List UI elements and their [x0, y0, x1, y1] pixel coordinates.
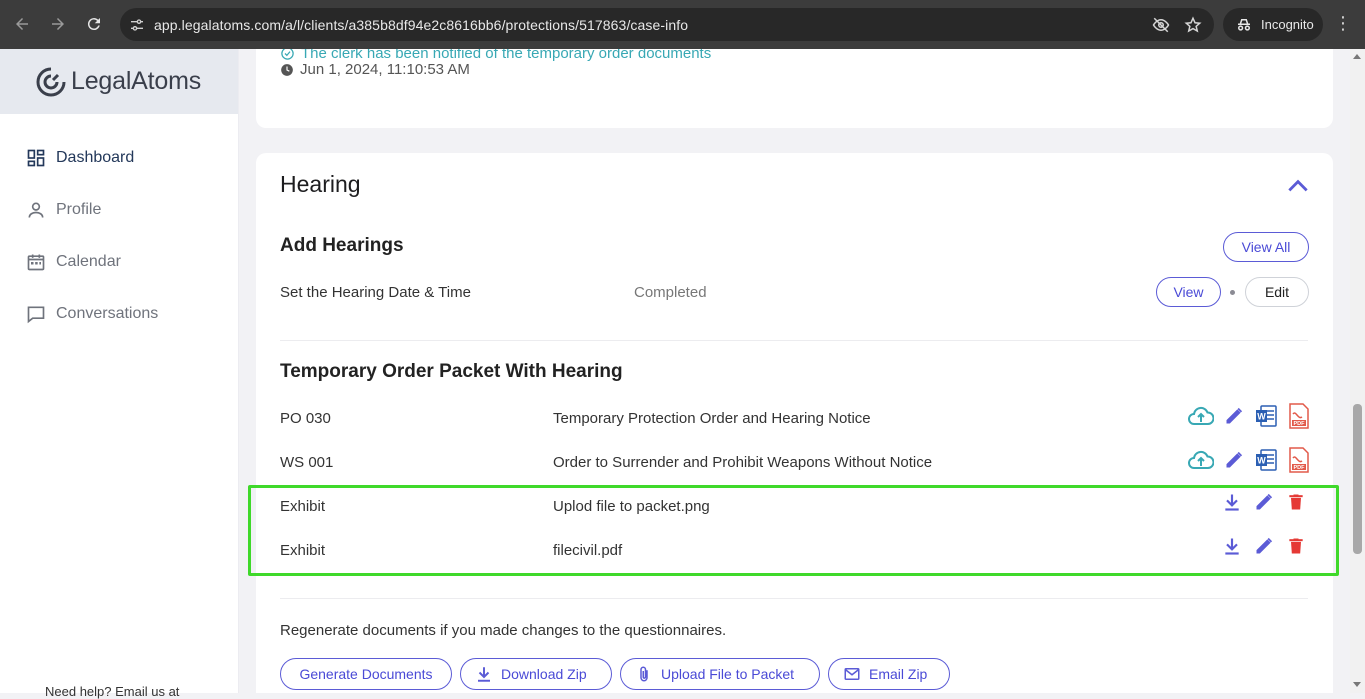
sidebar-item-dashboard[interactable]: Dashboard [0, 132, 238, 184]
sidebar-item-label: Dashboard [56, 149, 135, 166]
sidebar-item-label: Conversations [56, 305, 159, 322]
upload-file-button[interactable]: Upload File to Packet [620, 658, 820, 690]
incognito-icon [1238, 18, 1250, 31]
legalatoms-logo-icon [36, 67, 66, 96]
svg-text:PDF: PDF [1294, 421, 1306, 427]
edit-hearing-button[interactable]: Edit [1245, 277, 1309, 307]
exhibit-type: Exhibit [280, 542, 326, 559]
incognito-label: Incognito [1261, 17, 1314, 32]
reload-button[interactable] [76, 6, 112, 42]
site-settings-icon[interactable] [120, 17, 154, 33]
email-zip-button[interactable]: Email Zip [828, 658, 950, 690]
url-text: app.legalatoms.com/a/l/clients/a385b8df9… [154, 16, 689, 33]
trash-icon[interactable] [1286, 536, 1306, 556]
hearing-title: Hearing [280, 171, 361, 197]
download-icon[interactable] [1222, 492, 1242, 512]
back-button[interactable] [4, 6, 40, 42]
page-scrollbar[interactable] [1350, 49, 1365, 693]
hearing-task-label: Set the Hearing Date & Time [280, 284, 471, 301]
more-options-icon[interactable]: ⋮ [1334, 12, 1352, 34]
forward-button[interactable] [40, 6, 76, 42]
scroll-thumb[interactable] [1353, 404, 1362, 554]
clock-icon [281, 63, 293, 76]
separator-dot [1230, 290, 1235, 295]
brand-name: LegalAtoms [71, 67, 202, 95]
hearing-card: Hearing Add Hearings View All Set the He… [256, 153, 1333, 693]
exhibit-file: Uplod file to packet.png [553, 498, 710, 515]
reload-icon [87, 18, 100, 31]
calendar-icon [27, 254, 45, 271]
star-icon[interactable] [1184, 15, 1202, 34]
sidebar: LegalAtoms Dashboard Profile Calendar Co… [0, 49, 239, 699]
cloud-upload-icon[interactable] [1188, 405, 1214, 427]
scroll-down-icon[interactable] [1353, 682, 1361, 687]
form-code: WS 001 [280, 454, 334, 471]
svg-text:PDF: PDF [1294, 465, 1306, 471]
form-name: Order to Surrender and Prohibit Weapons … [553, 454, 933, 471]
download-icon[interactable] [1222, 536, 1242, 556]
person-icon [28, 202, 44, 218]
word-icon[interactable]: W [1254, 404, 1278, 428]
check-circle-icon [281, 49, 294, 60]
email-icon [844, 668, 860, 680]
pencil-icon[interactable] [1254, 536, 1274, 556]
eye-off-icon[interactable] [1152, 16, 1170, 34]
add-hearings-title: Add Hearings [280, 235, 404, 256]
pdf-icon[interactable]: PDF [1288, 403, 1310, 429]
form-actions: W PDF [1188, 403, 1310, 429]
packet-title: Temporary Order Packet With Hearing [280, 361, 623, 382]
form-name: Temporary Protection Order and Hearing N… [553, 410, 871, 427]
form-code: PO 030 [280, 410, 331, 427]
pencil-icon[interactable] [1224, 406, 1244, 426]
status-timestamp: Jun 1, 2024, 11:10:53 AM [280, 61, 470, 78]
sidebar-item-profile[interactable]: Profile [0, 184, 238, 236]
exhibit-actions [1222, 492, 1306, 512]
sidebar-item-calendar[interactable]: Calendar [0, 236, 238, 288]
view-hearing-button[interactable]: View [1156, 277, 1221, 307]
sidebar-item-conversations[interactable]: Conversations [0, 288, 238, 340]
divider [280, 340, 1308, 341]
chat-icon [27, 306, 45, 324]
cloud-upload-icon[interactable] [1188, 449, 1214, 471]
address-bar[interactable]: app.legalatoms.com/a/l/clients/a385b8df9… [120, 8, 1214, 41]
word-icon[interactable]: W [1254, 448, 1278, 472]
exhibit-actions [1222, 536, 1306, 556]
arrow-left-icon [16, 18, 28, 30]
svg-text:W: W [1257, 456, 1266, 466]
sidebar-item-label: Calendar [56, 253, 121, 270]
scroll-up-icon[interactable] [1353, 54, 1361, 59]
paperclip-icon [640, 666, 648, 682]
svg-text:W: W [1257, 412, 1266, 422]
sidebar-menu: Dashboard Profile Calendar Conversations [0, 114, 238, 340]
download-icon [478, 667, 490, 682]
trash-icon[interactable] [1286, 492, 1306, 512]
generate-documents-button[interactable]: Generate Documents [280, 658, 452, 690]
pdf-icon[interactable]: PDF [1288, 447, 1310, 473]
incognito-badge[interactable]: Incognito [1223, 8, 1323, 41]
divider [280, 598, 1308, 599]
browser-toolbar: app.legalatoms.com/a/l/clients/a385b8df9… [0, 0, 1365, 49]
exhibit-type: Exhibit [280, 498, 326, 515]
regenerate-hint: Regenerate documents if you made changes… [280, 622, 727, 639]
pencil-icon[interactable] [1224, 450, 1244, 470]
hearing-task-status: Completed [634, 284, 707, 301]
brand-logo[interactable]: LegalAtoms [0, 49, 238, 114]
chevron-up-icon[interactable] [1285, 173, 1311, 199]
arrow-right-icon [52, 18, 64, 30]
status-card: The clerk has been notified of the tempo… [256, 49, 1333, 128]
main-content: The clerk has been notified of the tempo… [239, 49, 1350, 693]
sidebar-item-label: Profile [56, 201, 102, 218]
help-text: Need help? Email us at [45, 684, 180, 699]
exhibit-file: filecivil.pdf [553, 542, 623, 559]
form-actions: W PDF [1188, 447, 1310, 473]
download-zip-button[interactable]: Download Zip [460, 658, 612, 690]
dashboard-icon [27, 149, 45, 167]
view-all-button[interactable]: View All [1223, 232, 1309, 262]
pencil-icon[interactable] [1254, 492, 1274, 512]
